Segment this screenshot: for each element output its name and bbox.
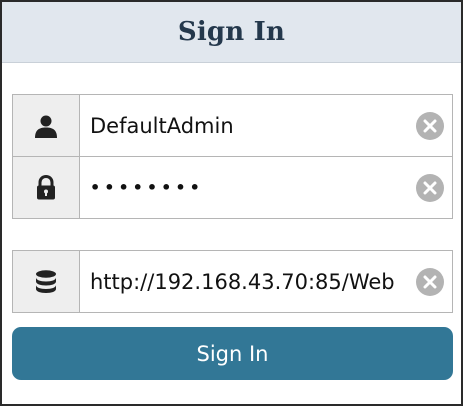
sign-in-dialog: Sign In DefaultAdmin •••••••• http://192… [0, 0, 463, 406]
username-value[interactable]: DefaultAdmin [90, 114, 408, 138]
server-clear-icon[interactable] [416, 267, 444, 296]
server-group: http://192.168.43.70:85/Web [12, 250, 453, 313]
dialog-header: Sign In [2, 2, 461, 63]
sign-in-button[interactable]: Sign In [12, 327, 453, 380]
database-icon [13, 251, 80, 312]
server-url-field[interactable]: http://192.168.43.70:85/Web [80, 251, 452, 312]
password-clear-icon[interactable] [416, 173, 444, 202]
lock-icon [13, 157, 80, 218]
sign-in-button-label: Sign In [196, 341, 269, 366]
credentials-group: DefaultAdmin •••••••• [12, 94, 453, 219]
dialog-title: Sign In [177, 17, 286, 47]
server-url-value[interactable]: http://192.168.43.70:85/Web [90, 270, 408, 294]
user-icon [13, 95, 80, 156]
server-row: http://192.168.43.70:85/Web [13, 251, 452, 312]
username-field[interactable]: DefaultAdmin [80, 95, 452, 156]
password-value[interactable]: •••••••• [90, 178, 408, 197]
password-field[interactable]: •••••••• [80, 157, 452, 218]
username-clear-icon[interactable] [416, 111, 444, 140]
username-row: DefaultAdmin [13, 95, 452, 156]
password-row: •••••••• [13, 156, 452, 218]
